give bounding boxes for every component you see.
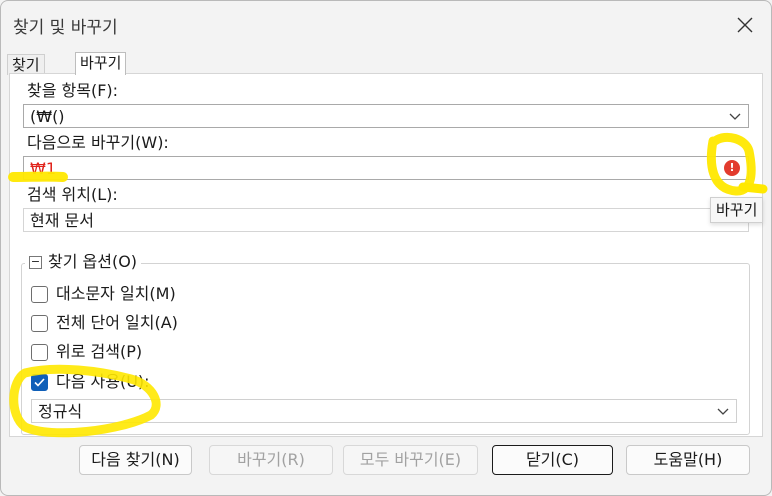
option-search-up[interactable]: 위로 검색(P): [31, 341, 142, 363]
tab-replace[interactable]: 바꾸기: [75, 52, 127, 75]
checkbox-search-up[interactable]: [31, 343, 48, 361]
tab-find[interactable]: 찾기: [7, 54, 45, 75]
options-title: 찾기 옵션(O): [48, 252, 138, 271]
options-group-header[interactable]: − 찾기 옵션(O): [25, 251, 142, 273]
scope-label: 검색 위치(L):: [27, 185, 118, 204]
find-combobox[interactable]: (₩(): [23, 104, 749, 128]
close-button[interactable]: 닫기(C): [492, 445, 613, 475]
replace-button[interactable]: 바꾸기(R): [209, 445, 333, 475]
error-icon: !: [724, 160, 740, 176]
check-icon: [34, 377, 45, 387]
collapse-icon[interactable]: −: [29, 255, 42, 269]
option-use[interactable]: 다음 사용(U):: [31, 371, 150, 393]
replace-all-button[interactable]: 모두 바꾸기(E): [343, 445, 478, 475]
find-label: 찾을 항목(F):: [27, 81, 119, 100]
option-label: 대소문자 일치(M): [56, 284, 176, 303]
tooltip-replace: 바꾸기: [710, 197, 764, 223]
find-value: (₩(): [30, 107, 65, 126]
mode-select[interactable]: 정규식: [31, 399, 737, 423]
scope-field[interactable]: 현재 문서: [23, 208, 749, 232]
option-label: 전체 단어 일치(A): [56, 313, 178, 332]
help-button[interactable]: 도움말(H): [626, 445, 750, 475]
replace-label: 다음으로 바꾸기(W):: [27, 133, 169, 152]
option-whole-word[interactable]: 전체 단어 일치(A): [31, 312, 178, 334]
find-next-button[interactable]: 다음 찾기(N): [79, 445, 192, 475]
replace-value: ₩1: [30, 159, 56, 178]
scope-value: 현재 문서: [30, 211, 94, 230]
checkbox-match-case[interactable]: [31, 285, 48, 303]
option-match-case[interactable]: 대소문자 일치(M): [31, 283, 176, 305]
checkbox-whole-word[interactable]: [31, 314, 48, 332]
mode-value: 정규식: [38, 402, 83, 421]
option-label: 위로 검색(P): [56, 342, 143, 361]
tab-strip: 찾기 바꾸기: [7, 52, 767, 75]
window-title: 찾기 및 바꾸기: [13, 18, 118, 38]
option-label: 다음 사용(U):: [56, 372, 150, 391]
close-icon[interactable]: [733, 13, 757, 37]
checkbox-use[interactable]: [31, 373, 48, 391]
find-replace-dialog: 찾기 및 바꾸기 찾기 바꾸기 찾을 항목(F): (₩() 다음으로 바꾸기(…: [0, 0, 772, 496]
chevron-down-icon[interactable]: [716, 404, 730, 418]
chevron-down-icon[interactable]: [728, 109, 742, 123]
replace-combobox[interactable]: ₩1 !: [23, 156, 749, 180]
